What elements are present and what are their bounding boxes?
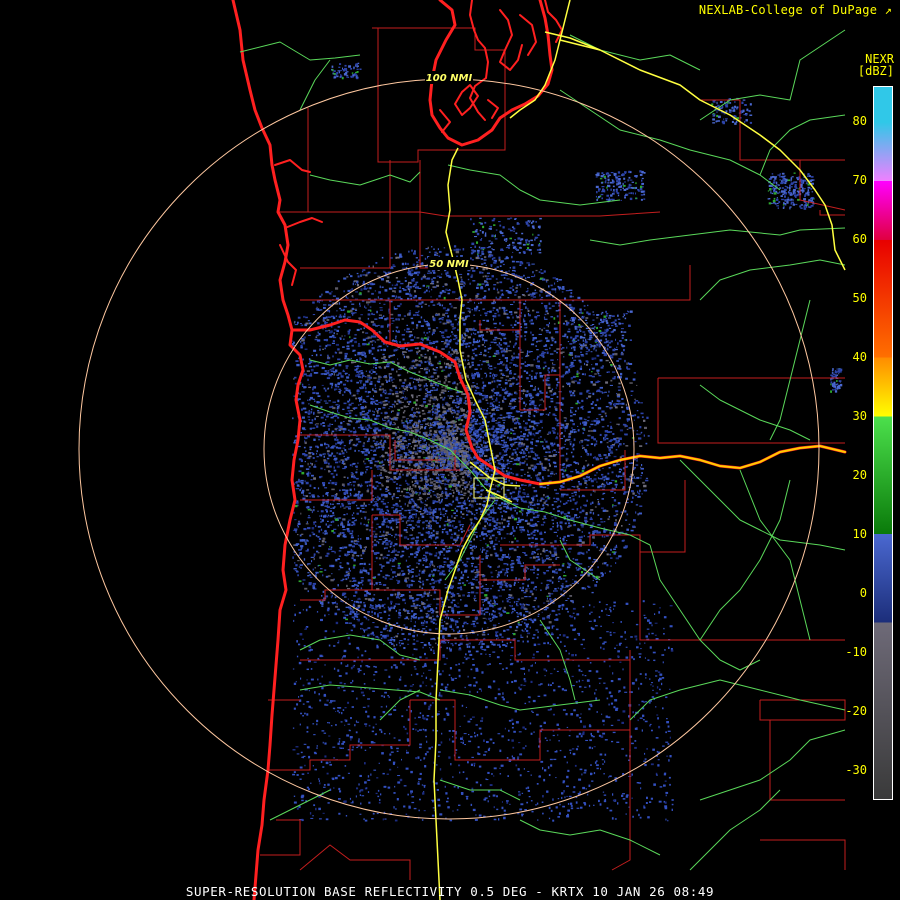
scale-tick-label: -10 xyxy=(845,645,867,660)
color-scale-bar xyxy=(873,86,893,800)
county-borders xyxy=(260,27,846,880)
scale-tick-label: 60 xyxy=(852,232,867,247)
units-label: [dBZ] xyxy=(857,64,894,78)
coastline-and-rivers xyxy=(231,0,847,900)
scale-tick-label: 80 xyxy=(852,114,867,129)
scale-tick-label: 40 xyxy=(852,350,867,365)
credit-label[interactable]: NEXLAB-College of DuPage ↗ xyxy=(699,3,892,17)
scale-tick-label: 10 xyxy=(852,527,867,542)
scale-tick-label: 20 xyxy=(852,468,867,483)
scale-tick-label: -20 xyxy=(845,704,867,719)
scale-tick-label: 0 xyxy=(859,586,867,601)
credit-text: NEXLAB-College of DuPage xyxy=(698,3,878,17)
scale-tick-label: -30 xyxy=(845,763,867,778)
scale-tick-label: 30 xyxy=(852,409,867,424)
scale-tick-label: 50 xyxy=(852,291,867,306)
scale-tick-label: 70 xyxy=(852,173,867,188)
radar-map[interactable]: 100 NMI 50 NMI xyxy=(0,0,900,900)
ring-label-100-nmi: 100 NMI xyxy=(426,73,473,84)
ring-label-50-nmi: 50 NMI xyxy=(429,259,469,270)
external-link-icon: ↗ xyxy=(884,3,892,17)
state-highways xyxy=(239,29,846,871)
product-caption: SUPER-RESOLUTION BASE REFLECTIVITY 0.5 D… xyxy=(185,884,715,899)
